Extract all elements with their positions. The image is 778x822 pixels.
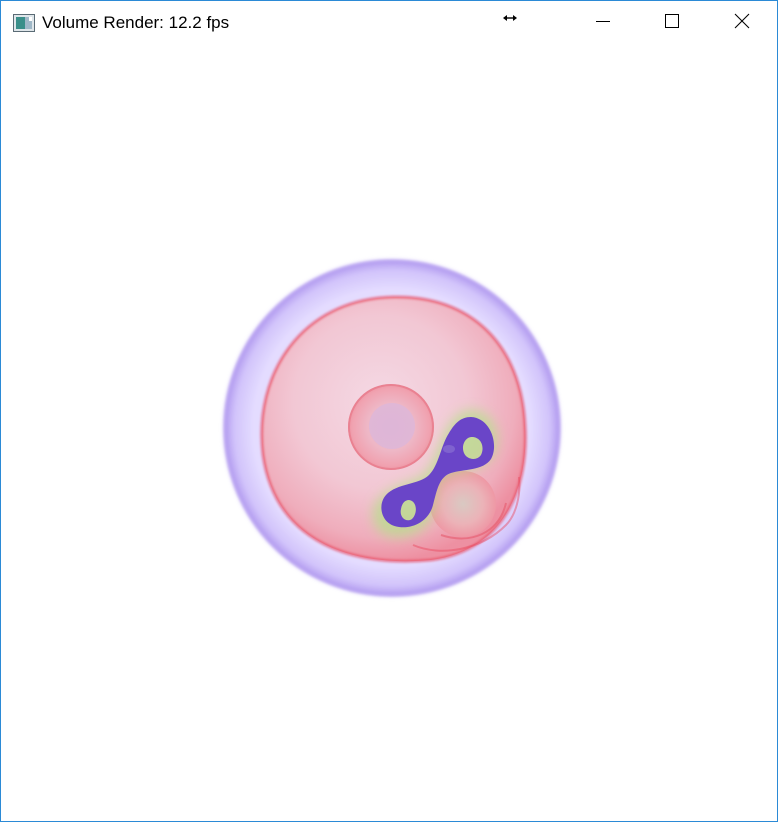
minimize-button[interactable] xyxy=(569,1,637,45)
volume-render-canvas[interactable] xyxy=(1,45,777,821)
purple-blob-hole-accent xyxy=(443,445,455,453)
maximize-icon xyxy=(664,13,680,34)
title-bar[interactable]: Volume Render: 12.2 fps xyxy=(1,1,777,45)
close-button[interactable] xyxy=(708,1,776,45)
maximize-button[interactable] xyxy=(638,1,706,45)
app-window: Volume Render: 12.2 fps xyxy=(0,0,778,822)
close-icon xyxy=(734,13,750,34)
horizontal-resize-icon xyxy=(503,11,517,23)
render-viewport[interactable] xyxy=(1,45,777,821)
minimize-icon xyxy=(595,13,611,34)
upper-nucleolus xyxy=(369,403,415,449)
app-window-icon xyxy=(13,14,35,32)
window-title: Volume Render: 12.2 fps xyxy=(42,13,230,32)
